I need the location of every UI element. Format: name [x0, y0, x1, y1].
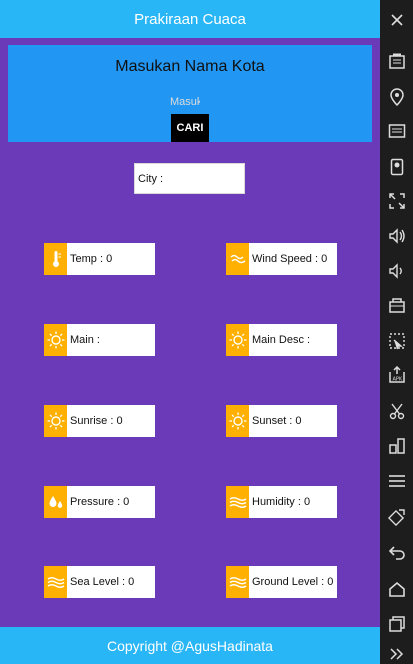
sun-icon — [226, 405, 249, 437]
sun-icon — [226, 324, 249, 356]
wind-speed-label: Wind Speed : 0 — [252, 253, 328, 265]
sunset-card: Sunset : 0 — [226, 405, 337, 437]
wind-icon — [226, 243, 249, 275]
main-desc-card: Main Desc : — [226, 324, 337, 356]
waves-icon — [44, 566, 67, 598]
footer: Copyright @AgusHadinata — [0, 627, 380, 664]
main-desc-label: Main Desc : — [252, 334, 311, 346]
sunrise-label: Sunrise : 0 — [70, 415, 123, 427]
ground-level-card: Ground Level : 0 — [226, 566, 337, 598]
drops-icon — [44, 486, 67, 518]
search-button[interactable]: CARI — [171, 114, 209, 142]
main-card: Main : — [44, 324, 155, 356]
main-label: Main : — [70, 334, 100, 346]
cast-icon[interactable] — [386, 120, 407, 141]
fullscreen-icon[interactable] — [386, 190, 407, 211]
identify-icon[interactable] — [386, 294, 407, 315]
volume-up-icon[interactable] — [386, 225, 407, 246]
svg-text:APK: APK — [392, 376, 402, 382]
apps-icon[interactable] — [386, 435, 407, 456]
search-title: Masukan Nama Kota — [115, 58, 265, 75]
humidity-card: Humidity : 0 — [226, 486, 337, 518]
sunset-label: Sunset : 0 — [252, 415, 302, 427]
pixel-perfect-icon[interactable] — [386, 330, 407, 351]
footer-copyright: Copyright @AgusHadinata — [107, 637, 273, 654]
cut-icon[interactable] — [386, 400, 407, 421]
camera-icon[interactable] — [386, 156, 407, 177]
city-search-input[interactable] — [170, 94, 200, 110]
thermometer-icon — [44, 243, 67, 275]
pressure-label: Pressure : 0 — [70, 496, 130, 508]
waves-icon — [226, 486, 249, 518]
more-icon[interactable] — [386, 643, 407, 664]
sea-level-card: Sea Level : 0 — [44, 566, 155, 598]
sunrise-card: Sunrise : 0 — [44, 405, 155, 437]
city-label: City : — [138, 172, 164, 185]
close-icon[interactable] — [386, 9, 407, 30]
sun-icon — [44, 324, 67, 356]
city-display: City : — [134, 163, 245, 194]
app-title: Prakiraan Cuaca — [134, 10, 246, 28]
app-screen: Prakiraan Cuaca Masukan Nama Kota CARI C… — [0, 0, 380, 664]
apk-install-icon[interactable]: APK — [386, 364, 407, 385]
volume-down-icon[interactable] — [386, 260, 407, 281]
home-icon[interactable] — [386, 578, 407, 599]
sun-icon — [44, 405, 67, 437]
pressure-card: Pressure : 0 — [44, 486, 155, 518]
recents-icon[interactable] — [386, 613, 407, 634]
sea-level-label: Sea Level : 0 — [70, 576, 135, 588]
temp-card: Temp : 0 — [44, 243, 155, 275]
battery-icon[interactable] — [386, 50, 407, 71]
rotate-icon[interactable] — [386, 506, 407, 527]
emulator-toolbar: APK — [380, 0, 413, 664]
ground-level-label: Ground Level : 0 — [252, 576, 334, 588]
app-bar: Prakiraan Cuaca — [0, 0, 380, 38]
temp-label: Temp : 0 — [70, 253, 113, 265]
wind-speed-card: Wind Speed : 0 — [226, 243, 337, 275]
humidity-label: Humidity : 0 — [252, 496, 311, 508]
location-icon[interactable] — [386, 86, 407, 107]
menu-icon[interactable] — [386, 470, 407, 491]
back-icon[interactable] — [386, 542, 407, 563]
waves-icon — [226, 566, 249, 598]
